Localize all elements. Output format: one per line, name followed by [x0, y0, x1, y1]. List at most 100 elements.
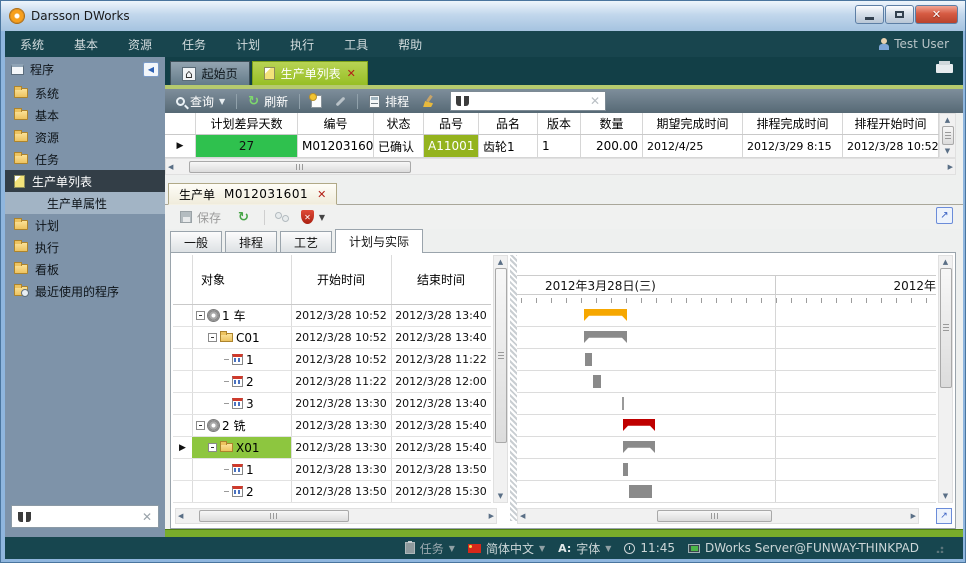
scrollbar-thumb[interactable]	[189, 161, 411, 173]
column-header[interactable]: 排程完成时间	[743, 113, 843, 134]
gantt-vertical-scrollbar[interactable]: ▲ ▼	[938, 255, 953, 503]
popout-icon[interactable]: ↗	[936, 207, 953, 224]
minimize-button[interactable]	[855, 5, 884, 24]
edit-button[interactable]	[330, 91, 351, 111]
tab-close-icon[interactable]: ✕	[317, 188, 326, 201]
scrollbar-thumb[interactable]	[199, 510, 349, 522]
scroll-up-icon[interactable]: ▲	[939, 258, 952, 266]
tab-plan-vs-actual[interactable]: 计划与实际	[335, 229, 423, 253]
sidebar-collapse-button[interactable]: ◀	[143, 62, 159, 77]
tree-collapse-icon[interactable]	[196, 311, 205, 320]
menu-item-basic[interactable]: 基本	[59, 36, 113, 53]
tab-close-icon[interactable]: ✕	[347, 67, 356, 80]
scroll-right-icon[interactable]: ▶	[489, 512, 494, 520]
tree-row-resource-c01[interactable]: C01 2012/3/28 10:52 2012/3/28 13:40	[173, 327, 491, 349]
link-nodes-icon[interactable]	[275, 212, 289, 222]
clean-button[interactable]	[417, 91, 439, 111]
sidebar-item-resource[interactable]: 资源	[5, 126, 165, 148]
tree-collapse-icon[interactable]	[208, 333, 217, 342]
grid-horizontal-scrollbar[interactable]: ◀ ▶	[165, 158, 956, 175]
tab-schedule[interactable]: 排程	[225, 231, 277, 252]
status-font-selector[interactable]: A: 字体 ▼	[558, 540, 611, 557]
scroll-down-icon[interactable]: ▼	[940, 147, 955, 155]
tree-row-task[interactable]: 1 2012/3/28 13:30 2012/3/28 13:50	[173, 459, 491, 481]
column-header[interactable]: 结束时间	[391, 255, 491, 304]
column-header[interactable]: 品号	[424, 113, 479, 134]
gantt-bar[interactable]	[629, 485, 652, 498]
tree-row-task[interactable]: 2 2012/3/28 13:50 2012/3/28 15:30	[173, 481, 491, 503]
printer-icon[interactable]	[936, 64, 953, 73]
scroll-right-icon[interactable]: ▶	[948, 163, 953, 171]
sidebar-item-task[interactable]: 任务	[5, 148, 165, 170]
scrollbar-thumb[interactable]	[942, 126, 954, 145]
tree-horizontal-scrollbar[interactable]: ◀ ▶	[175, 508, 497, 524]
menu-item-task[interactable]: 任务	[167, 36, 221, 53]
validate-button[interactable]: ✕ ▼	[296, 207, 330, 227]
sidebar-search-input[interactable]	[37, 509, 136, 525]
column-header[interactable]: 状态	[374, 113, 424, 134]
scrollbar-thumb[interactable]	[495, 268, 507, 443]
scroll-up-icon[interactable]: ▲	[940, 116, 955, 124]
menu-item-system[interactable]: 系统	[5, 36, 59, 53]
tree-vertical-scrollbar[interactable]: ▲ ▼	[493, 255, 508, 503]
tab-process[interactable]: 工艺	[280, 231, 332, 252]
splitter-handle[interactable]	[510, 255, 517, 521]
gantt-bar[interactable]	[623, 463, 628, 476]
sidebar-item-recent-programs[interactable]: 最近使用的程序	[5, 280, 165, 302]
tab-general[interactable]: 一般	[170, 231, 222, 252]
tab-home[interactable]: ⌂ 起始页	[170, 61, 250, 85]
tree-row-task[interactable]: 3 2012/3/28 13:30 2012/3/28 13:40	[173, 393, 491, 415]
column-header[interactable]: 版本	[538, 113, 581, 134]
sidebar-item-execute[interactable]: 执行	[5, 236, 165, 258]
schedule-button[interactable]: 排程	[364, 91, 414, 111]
menu-item-plan[interactable]: 计划	[221, 36, 275, 53]
clear-icon[interactable]: ✕	[142, 510, 152, 524]
column-header[interactable]: 数量	[581, 113, 643, 134]
query-button[interactable]: 查询 ▼	[171, 91, 230, 111]
tree-collapse-icon[interactable]	[196, 421, 205, 430]
save-button[interactable]: 保存	[175, 207, 226, 227]
scrollbar-thumb[interactable]	[940, 268, 952, 388]
refresh-button[interactable]: ↻ 刷新	[243, 91, 293, 111]
sidebar-item-system[interactable]: 系统	[5, 82, 165, 104]
tree-row-task[interactable]: 1 2012/3/28 10:52 2012/3/28 11:22	[173, 349, 491, 371]
sidebar-item-basic[interactable]: 基本	[5, 104, 165, 126]
gantt-bar[interactable]	[622, 397, 624, 410]
menu-item-execute[interactable]: 执行	[275, 36, 329, 53]
tree-row-machine-1[interactable]: 1 车 2012/3/28 10:52 2012/3/28 13:40	[173, 305, 491, 327]
gantt-horizontal-scrollbar[interactable]: ◀ ▶	[517, 508, 919, 524]
column-header[interactable]: 品名	[479, 113, 538, 134]
current-user[interactable]: Test User	[879, 37, 963, 51]
status-language-selector[interactable]: 简体中文 ▼	[468, 540, 545, 557]
column-header[interactable]: 排程开始时间	[843, 113, 939, 134]
table-row[interactable]: ▶ 27 M012031601 已确认 A11001 齿轮1 1 200.00 …	[165, 135, 939, 158]
sidebar-item-kanban[interactable]: 看板	[5, 258, 165, 280]
maximize-button[interactable]	[885, 5, 914, 24]
gantt-popout-icon[interactable]: ↗	[936, 508, 952, 524]
scroll-left-icon[interactable]: ◀	[178, 512, 183, 520]
toolbar-search-input[interactable]	[474, 93, 585, 109]
gantt-bar[interactable]	[585, 353, 592, 366]
close-button[interactable]: ✕	[915, 5, 958, 24]
sidebar-item-production-order-props[interactable]: 生产单属性	[5, 192, 165, 214]
scroll-right-icon[interactable]: ▶	[911, 512, 916, 520]
tree-row-machine-2[interactable]: 2 铣 2012/3/28 13:30 2012/3/28 15:40	[173, 415, 491, 437]
grid-vertical-scrollbar[interactable]: ▲ ▼	[939, 113, 956, 158]
tree-row-task[interactable]: 2 2012/3/28 11:22 2012/3/28 12:00	[173, 371, 491, 393]
column-header[interactable]: 期望完成时间	[643, 113, 743, 134]
sidebar-item-production-order-list[interactable]: 生产单列表	[5, 170, 165, 192]
column-header[interactable]: 对象	[192, 255, 291, 304]
tree-row-resource-x01-selected[interactable]: ▶ X01 2012/3/28 13:30 2012/3/28 15:40	[173, 437, 491, 459]
gantt-bar[interactable]	[593, 375, 601, 388]
menu-item-resource[interactable]: 资源	[113, 36, 167, 53]
refresh-button[interactable]: ↻	[233, 207, 254, 227]
resize-grip[interactable]	[936, 544, 945, 553]
column-header[interactable]: 开始时间	[291, 255, 391, 304]
scroll-up-icon[interactable]: ▲	[494, 258, 507, 266]
scroll-down-icon[interactable]: ▼	[494, 492, 507, 500]
tab-production-order-list[interactable]: 生产单列表 ✕	[252, 61, 368, 85]
clear-icon[interactable]: ✕	[590, 94, 600, 108]
scroll-left-icon[interactable]: ◀	[520, 512, 525, 520]
new-button[interactable]	[306, 91, 327, 111]
scrollbar-thumb[interactable]	[657, 510, 772, 522]
